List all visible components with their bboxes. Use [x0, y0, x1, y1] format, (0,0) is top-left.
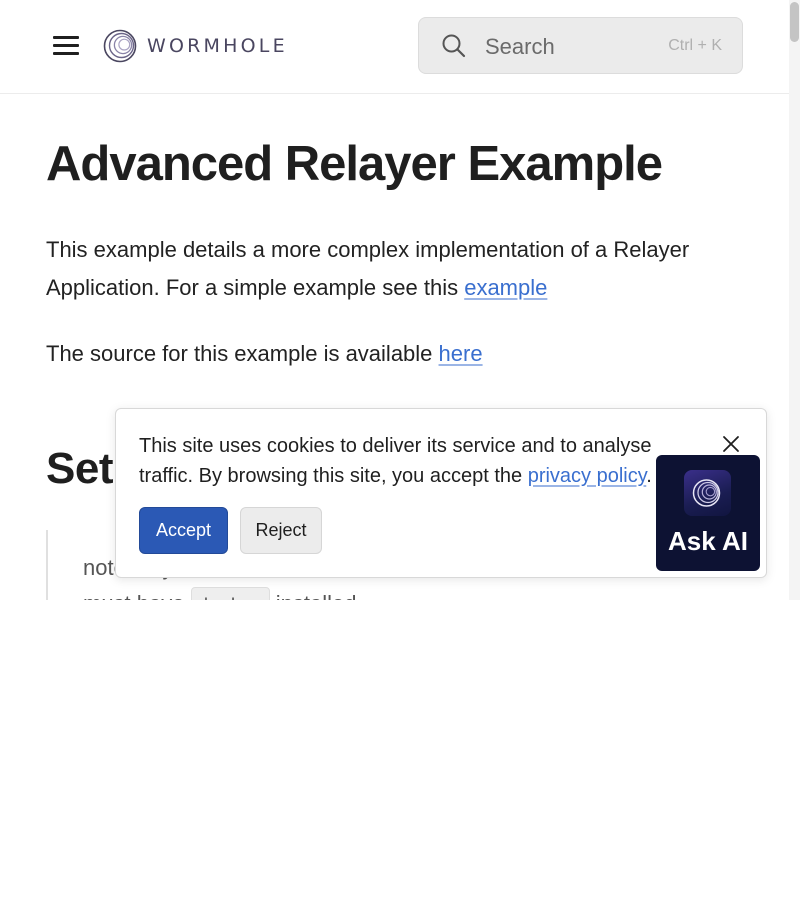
search-shortcut-hint: Ctrl + K — [668, 37, 722, 54]
privacy-policy-link[interactable]: privacy policy — [528, 465, 647, 487]
simple-example-link[interactable]: example — [464, 275, 547, 300]
source-paragraph: The source for this example is available… — [46, 335, 746, 373]
wormhole-logo-icon — [103, 29, 137, 63]
search-placeholder: Search — [485, 34, 555, 59]
brand-name: WORMHOLE — [147, 35, 288, 57]
reject-cookies-button[interactable]: Reject — [240, 507, 322, 554]
wormhole-logo[interactable]: WORMHOLE — [103, 29, 288, 63]
ask-ai-button[interactable]: Ask AI — [656, 455, 760, 571]
top-header: WORMHOLE Search Ctrl + K — [0, 0, 789, 94]
scrollbar-thumb[interactable] — [790, 2, 799, 42]
intro-paragraph: This example details a more complex impl… — [46, 231, 746, 307]
intro-text: This example details a more complex impl… — [46, 237, 690, 300]
source-text: The source for this example is available — [46, 341, 439, 366]
wormhole-swirl-icon — [692, 479, 721, 507]
note-text-line2: must have docker installed — [83, 586, 356, 600]
page-viewport: WORMHOLE Search Ctrl + K Advanced Relaye… — [0, 0, 800, 600]
search-icon — [442, 34, 466, 58]
cookie-text-end: . — [646, 465, 652, 487]
source-here-link[interactable]: here — [439, 341, 483, 366]
docker-code: docker — [190, 587, 270, 600]
ask-ai-label: Ask AI — [668, 526, 748, 556]
note-line2-post: installed — [270, 591, 357, 600]
cookie-message: This site uses cookies to deliver its se… — [139, 431, 699, 491]
page-title: Advanced Relayer Example — [46, 137, 663, 191]
close-icon[interactable] — [720, 433, 742, 455]
page-scrollbar[interactable] — [789, 0, 800, 600]
hamburger-menu-icon[interactable] — [50, 30, 82, 62]
accept-cookies-button[interactable]: Accept — [139, 507, 228, 554]
note-line2-pre: must have — [83, 591, 191, 600]
search-box[interactable]: Search Ctrl + K — [418, 17, 743, 74]
ask-ai-logo — [684, 470, 731, 516]
